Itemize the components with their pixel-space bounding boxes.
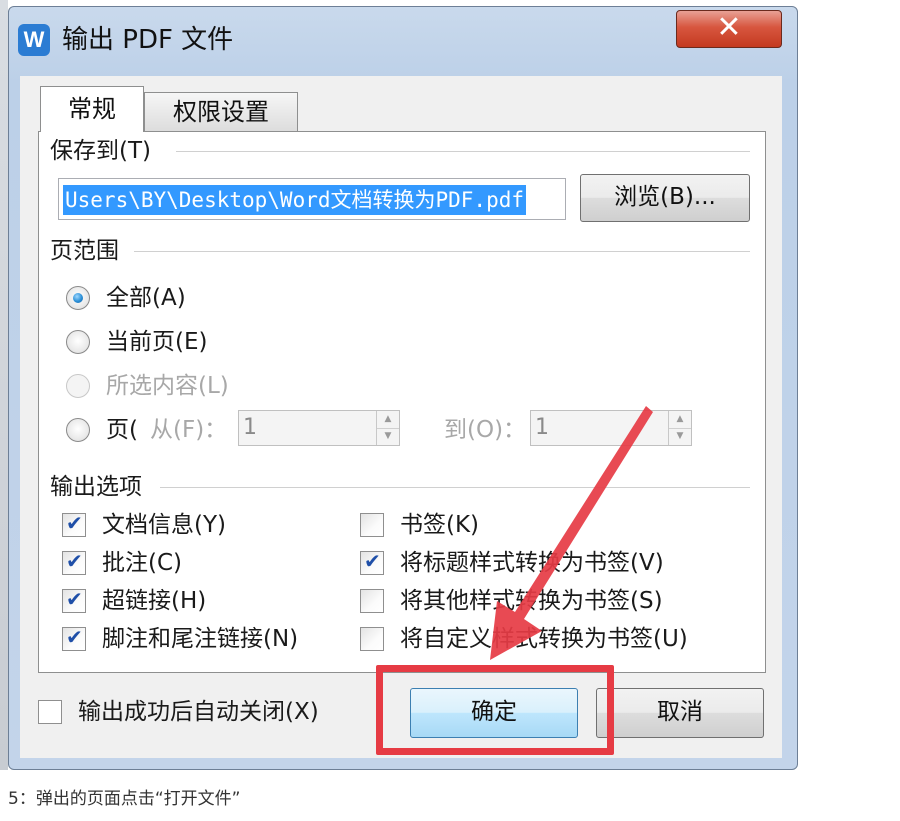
checkbox-custom-style-bookmarks[interactable] bbox=[360, 627, 384, 651]
radio-all-label: 全部(A) bbox=[106, 285, 186, 311]
checkbox-comments[interactable] bbox=[62, 549, 86, 575]
radio-current-page-label: 当前页(E) bbox=[106, 329, 208, 355]
spin-down-icon[interactable]: ▼ bbox=[377, 428, 399, 445]
from-page-input[interactable]: 1 ▲ ▼ bbox=[238, 410, 400, 446]
radio-pages-label: 页( bbox=[106, 417, 138, 443]
checkbox-bookmarks[interactable] bbox=[360, 513, 384, 537]
checkbox-document-info[interactable] bbox=[62, 511, 86, 537]
from-page-spinner[interactable]: ▲ ▼ bbox=[376, 411, 399, 445]
to-page-input[interactable]: 1 ▲ ▼ bbox=[530, 410, 692, 446]
checkbox-heading-bookmarks[interactable] bbox=[360, 549, 384, 575]
save-path-value: Users\BY\Desktop\Word文档转换为PDF.pdf bbox=[63, 185, 527, 215]
close-icon: ✕ bbox=[716, 10, 742, 45]
spin-down-icon[interactable]: ▼ bbox=[669, 428, 691, 445]
to-page-value: 1 bbox=[535, 415, 549, 440]
radio-selection-label: 所选内容(L) bbox=[106, 373, 229, 399]
divider bbox=[134, 251, 750, 252]
divider bbox=[160, 487, 750, 488]
radio-selection[interactable] bbox=[66, 374, 90, 398]
checkbox-footnote-links[interactable] bbox=[62, 625, 86, 651]
background-page bbox=[0, 0, 8, 770]
radio-all[interactable] bbox=[66, 286, 90, 310]
checkbox-custom-style-bookmarks-label: 将自定义样式转换为书签(U) bbox=[400, 626, 688, 652]
browse-button[interactable]: 浏览(B)... bbox=[580, 174, 750, 222]
save-to-label: 保存到(T) bbox=[50, 136, 161, 166]
checkbox-other-style-bookmarks[interactable] bbox=[360, 589, 384, 613]
spin-up-icon[interactable]: ▲ bbox=[669, 411, 691, 429]
radio-current-page[interactable] bbox=[66, 330, 90, 354]
tab-general[interactable]: 常规 bbox=[40, 86, 144, 132]
save-path-input[interactable]: Users\BY\Desktop\Word文档转换为PDF.pdf bbox=[58, 178, 566, 220]
checkbox-document-info-label: 文档信息(Y) bbox=[102, 512, 226, 538]
checkbox-hyperlinks-label: 超链接(H) bbox=[102, 588, 207, 614]
to-page-spinner[interactable]: ▲ ▼ bbox=[668, 411, 691, 445]
from-label: 从(F)： bbox=[150, 417, 228, 443]
checkbox-hyperlinks[interactable] bbox=[62, 587, 86, 613]
checkbox-auto-close[interactable] bbox=[38, 700, 62, 724]
spin-up-icon[interactable]: ▲ bbox=[377, 411, 399, 429]
checkbox-footnote-links-label: 脚注和尾注链接(N) bbox=[102, 626, 299, 652]
to-label: 到(O)： bbox=[444, 417, 527, 443]
wps-app-icon: W bbox=[18, 24, 50, 56]
dialog-title: 输出 PDF 文件 bbox=[62, 25, 234, 55]
checkbox-other-style-bookmarks-label: 将其他样式转换为书签(S) bbox=[400, 588, 663, 614]
divider bbox=[176, 151, 750, 152]
tab-permission-settings[interactable]: 权限设置 bbox=[144, 92, 298, 132]
checkbox-bookmarks-label: 书签(K) bbox=[400, 512, 480, 538]
checkbox-comments-label: 批注(C) bbox=[102, 550, 183, 576]
output-options-label: 输出选项 bbox=[50, 472, 152, 502]
annotation-highlight-box bbox=[376, 665, 614, 755]
cancel-button[interactable]: 取消 bbox=[596, 688, 764, 738]
checkbox-auto-close-label: 输出成功后自动关闭(X) bbox=[78, 699, 319, 725]
radio-pages[interactable] bbox=[66, 418, 90, 442]
page-range-label: 页范围 bbox=[50, 236, 129, 266]
caption-text: 5：弹出的页面点击“打开文件” bbox=[8, 789, 241, 809]
checkbox-heading-bookmarks-label: 将标题样式转换为书签(V) bbox=[400, 550, 664, 576]
from-page-value: 1 bbox=[243, 415, 257, 440]
close-button[interactable]: ✕ bbox=[676, 10, 782, 48]
